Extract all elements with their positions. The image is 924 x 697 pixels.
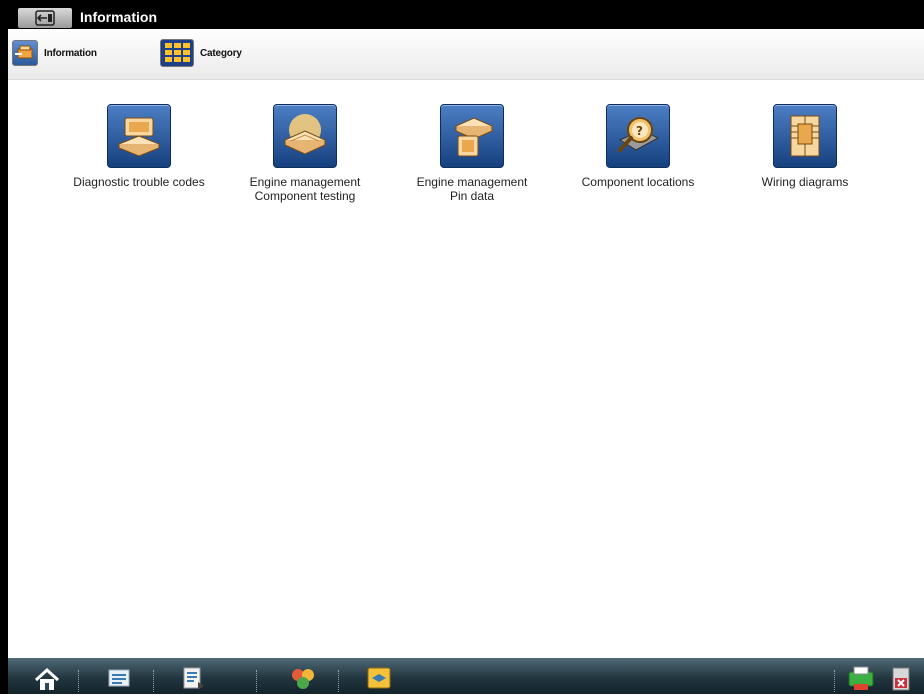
taskbar-separator [153, 670, 155, 692]
taskbar-separator [834, 670, 836, 692]
category-tab-label: Category [200, 47, 242, 59]
exit-icon[interactable] [886, 664, 916, 692]
main-content: Diagnostic trouble codes Engine manageme… [8, 80, 924, 658]
tile-label: Wiring diagrams [761, 175, 849, 189]
pin-data-icon [440, 104, 504, 168]
component-locations-icon: ? [606, 104, 670, 168]
tools-icon[interactable] [288, 664, 318, 692]
toolbar: Information Category [8, 29, 924, 80]
taskbar-separator [338, 670, 340, 692]
grid-icon [160, 39, 194, 67]
tile-label: Engine management Component testing [249, 175, 361, 203]
taskbar-separator [256, 670, 258, 692]
information-icon [12, 40, 38, 66]
dtc-icon [107, 104, 171, 168]
tile-label: Engine management Pin data [416, 175, 528, 203]
wiring-diagrams-icon [773, 104, 837, 168]
tile-component-testing[interactable]: Engine management Component testing [230, 104, 380, 203]
tile-pin-data[interactable]: Engine management Pin data [397, 104, 547, 203]
category-tab[interactable]: Category [160, 39, 242, 67]
page-title: Information [80, 9, 157, 25]
back-icon[interactable] [18, 8, 72, 28]
tile-wiring-diagrams[interactable]: Wiring diagrams [730, 104, 880, 189]
vehicle-id-icon[interactable] [104, 664, 134, 692]
tile-label: Diagnostic trouble codes [73, 175, 205, 189]
component-testing-icon [273, 104, 337, 168]
taskbar-separator [78, 670, 80, 692]
print-icon[interactable] [846, 664, 876, 692]
tile-diagnostic-trouble-codes[interactable]: Diagnostic trouble codes [64, 104, 214, 189]
title-bar: Information [8, 6, 924, 29]
information-icon[interactable] [364, 664, 394, 692]
svg-text:?: ? [636, 124, 643, 138]
checklist-icon[interactable] [178, 664, 208, 692]
taskbar [8, 658, 924, 694]
information-tab[interactable]: Information [12, 39, 97, 67]
information-tab-label: Information [44, 47, 97, 59]
tile-component-locations[interactable]: ? Component locations [563, 104, 713, 189]
home-icon[interactable] [32, 664, 62, 692]
tile-label: Component locations [581, 175, 695, 189]
